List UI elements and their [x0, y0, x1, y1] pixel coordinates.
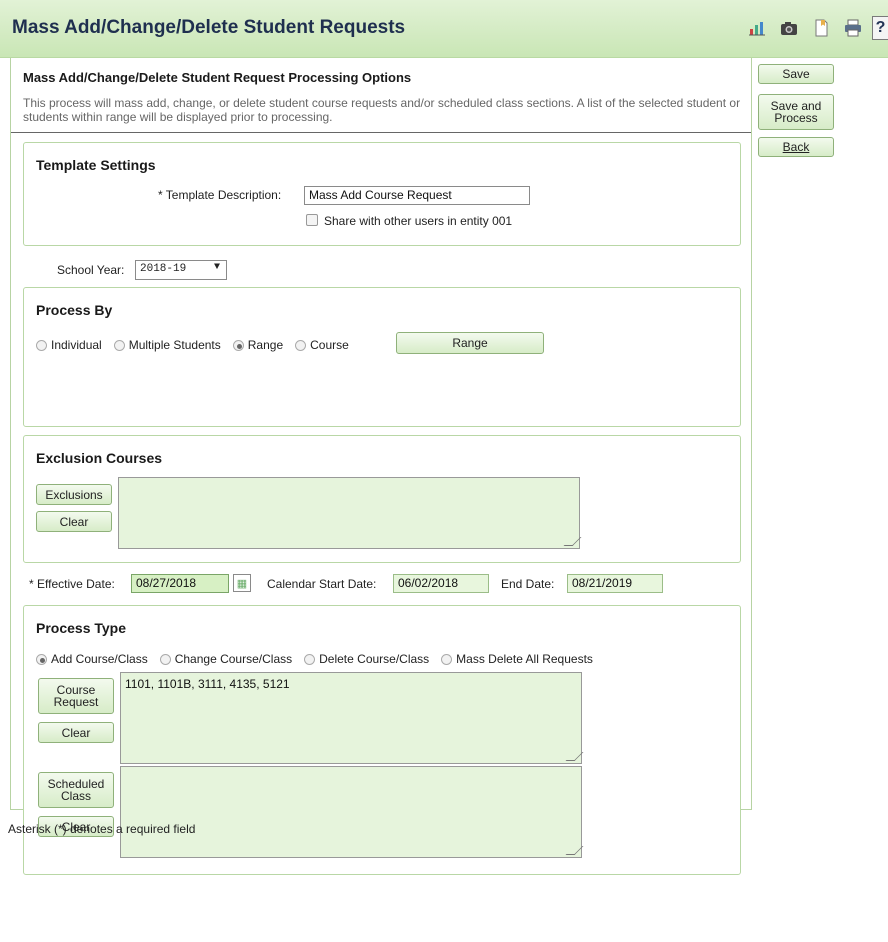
- back-button[interactable]: Back: [758, 137, 834, 157]
- template-settings-title: Template Settings: [36, 157, 156, 173]
- radio-individual[interactable]: [36, 339, 47, 351]
- bookmark-icon[interactable]: [808, 16, 834, 40]
- end-date-label: End Date:: [501, 577, 555, 591]
- chevron-down-icon: ▼: [213, 262, 220, 273]
- save-button[interactable]: Save: [758, 64, 834, 84]
- radio-delete-course-class-label: Delete Course/Class: [319, 652, 430, 666]
- radio-course[interactable]: [295, 339, 307, 351]
- calendar-icon[interactable]: ▦: [233, 574, 251, 592]
- calendar-start-field: 06/02/2018: [393, 574, 489, 593]
- save-and-process-label-2: Process: [774, 111, 818, 125]
- range-button-label: Range: [452, 336, 488, 350]
- radio-delete-course-class[interactable]: [304, 653, 316, 665]
- radio-individual-label: Individual: [51, 338, 102, 352]
- exclusions-textarea[interactable]: [118, 477, 580, 549]
- range-button[interactable]: Range: [396, 332, 544, 354]
- main-title: Mass Add/Change/Delete Student Request P…: [23, 70, 412, 85]
- page-title: Mass Add/Change/Delete Student Requests: [12, 17, 406, 38]
- page-header: Mass Add/Change/Delete Student Requests …: [0, 0, 888, 58]
- radio-mass-delete-all-requests-label: Mass Delete All Requests: [456, 652, 593, 666]
- exclusion-clear-button-label: Clear: [59, 514, 89, 529]
- main-description: This process will mass add, change, or d…: [23, 96, 741, 124]
- school-year-select[interactable]: 2018-19 ▼: [135, 260, 227, 280]
- radio-range[interactable]: [232, 339, 244, 351]
- school-year-label: School Year:: [57, 263, 125, 277]
- scheduled-class-button[interactable]: Scheduled Class: [38, 772, 114, 808]
- exclusion-clear-button[interactable]: Clear: [36, 511, 112, 532]
- exclusion-courses-section: Exclusion Courses Exclusions Clear: [23, 435, 741, 563]
- required-field-note: Asterisk (*) denotes a required field: [8, 822, 196, 836]
- back-button-label: Back: [782, 140, 810, 154]
- share-label: Share with other users in entity 001: [324, 214, 513, 228]
- exclusions-button-label: Exclusions: [45, 487, 103, 502]
- calendar-start-label: Calendar Start Date:: [267, 577, 377, 591]
- school-year-value: 2018-19: [140, 263, 187, 275]
- process-type-options: Add Course/Class Change Course/Class Del…: [36, 652, 605, 666]
- template-description-field[interactable]: Mass Add Course Request: [304, 186, 530, 205]
- course-request-button[interactable]: Course Request: [38, 678, 114, 714]
- radio-add-course-class-label: Add Course/Class: [51, 652, 148, 666]
- divider: [11, 132, 751, 133]
- share-checkbox[interactable]: [306, 214, 318, 226]
- radio-range-label: Range: [247, 338, 284, 352]
- header-toolbar: ?: [744, 16, 888, 40]
- camera-icon[interactable]: [776, 16, 802, 40]
- save-and-process-button[interactable]: Save and Process: [758, 94, 834, 130]
- help-icon-label: ?: [875, 19, 886, 36]
- process-by-title: Process By: [36, 302, 113, 318]
- course-request-textarea[interactable]: 1101, 1101B, 3111, 4135, 5121: [120, 672, 582, 764]
- print-icon[interactable]: [840, 16, 866, 40]
- radio-mass-delete-all-requests[interactable]: [441, 653, 453, 665]
- process-type-title: Process Type: [36, 620, 127, 636]
- radio-course-label: Course: [310, 338, 349, 352]
- course-request-clear-button[interactable]: Clear: [38, 722, 114, 743]
- exclusion-courses-title: Exclusion Courses: [36, 450, 163, 466]
- template-description-label: * Template Description:: [158, 188, 282, 202]
- exclusions-button[interactable]: Exclusions: [36, 484, 112, 505]
- course-request-clear-label: Clear: [61, 725, 91, 740]
- report-icon[interactable]: [744, 16, 770, 40]
- template-settings-section: Template Settings * Template Description…: [23, 142, 741, 246]
- scheduled-class-textarea[interactable]: [120, 766, 582, 858]
- radio-multiple-students[interactable]: [113, 339, 125, 351]
- main-panel: Mass Add/Change/Delete Student Request P…: [10, 58, 752, 875]
- scheduled-class-label-2: Class: [60, 789, 91, 803]
- radio-change-course-class-label: Change Course/Class: [174, 652, 293, 666]
- course-request-label-2: Request: [53, 695, 99, 709]
- effective-date-label: * Effective Date:: [29, 577, 115, 591]
- end-date-field: 08/21/2019: [567, 574, 663, 593]
- effective-date-field[interactable]: 08/27/2018: [131, 574, 229, 593]
- radio-change-course-class[interactable]: [159, 653, 171, 665]
- save-button-label: Save: [782, 67, 810, 81]
- radio-multiple-students-label: Multiple Students: [128, 338, 221, 352]
- process-by-options: Individual Multiple Students Range Cours…: [36, 338, 361, 352]
- help-icon[interactable]: ?: [872, 16, 888, 40]
- radio-add-course-class[interactable]: [36, 653, 47, 665]
- process-by-section: Process By Individual Multiple Students …: [23, 287, 741, 427]
